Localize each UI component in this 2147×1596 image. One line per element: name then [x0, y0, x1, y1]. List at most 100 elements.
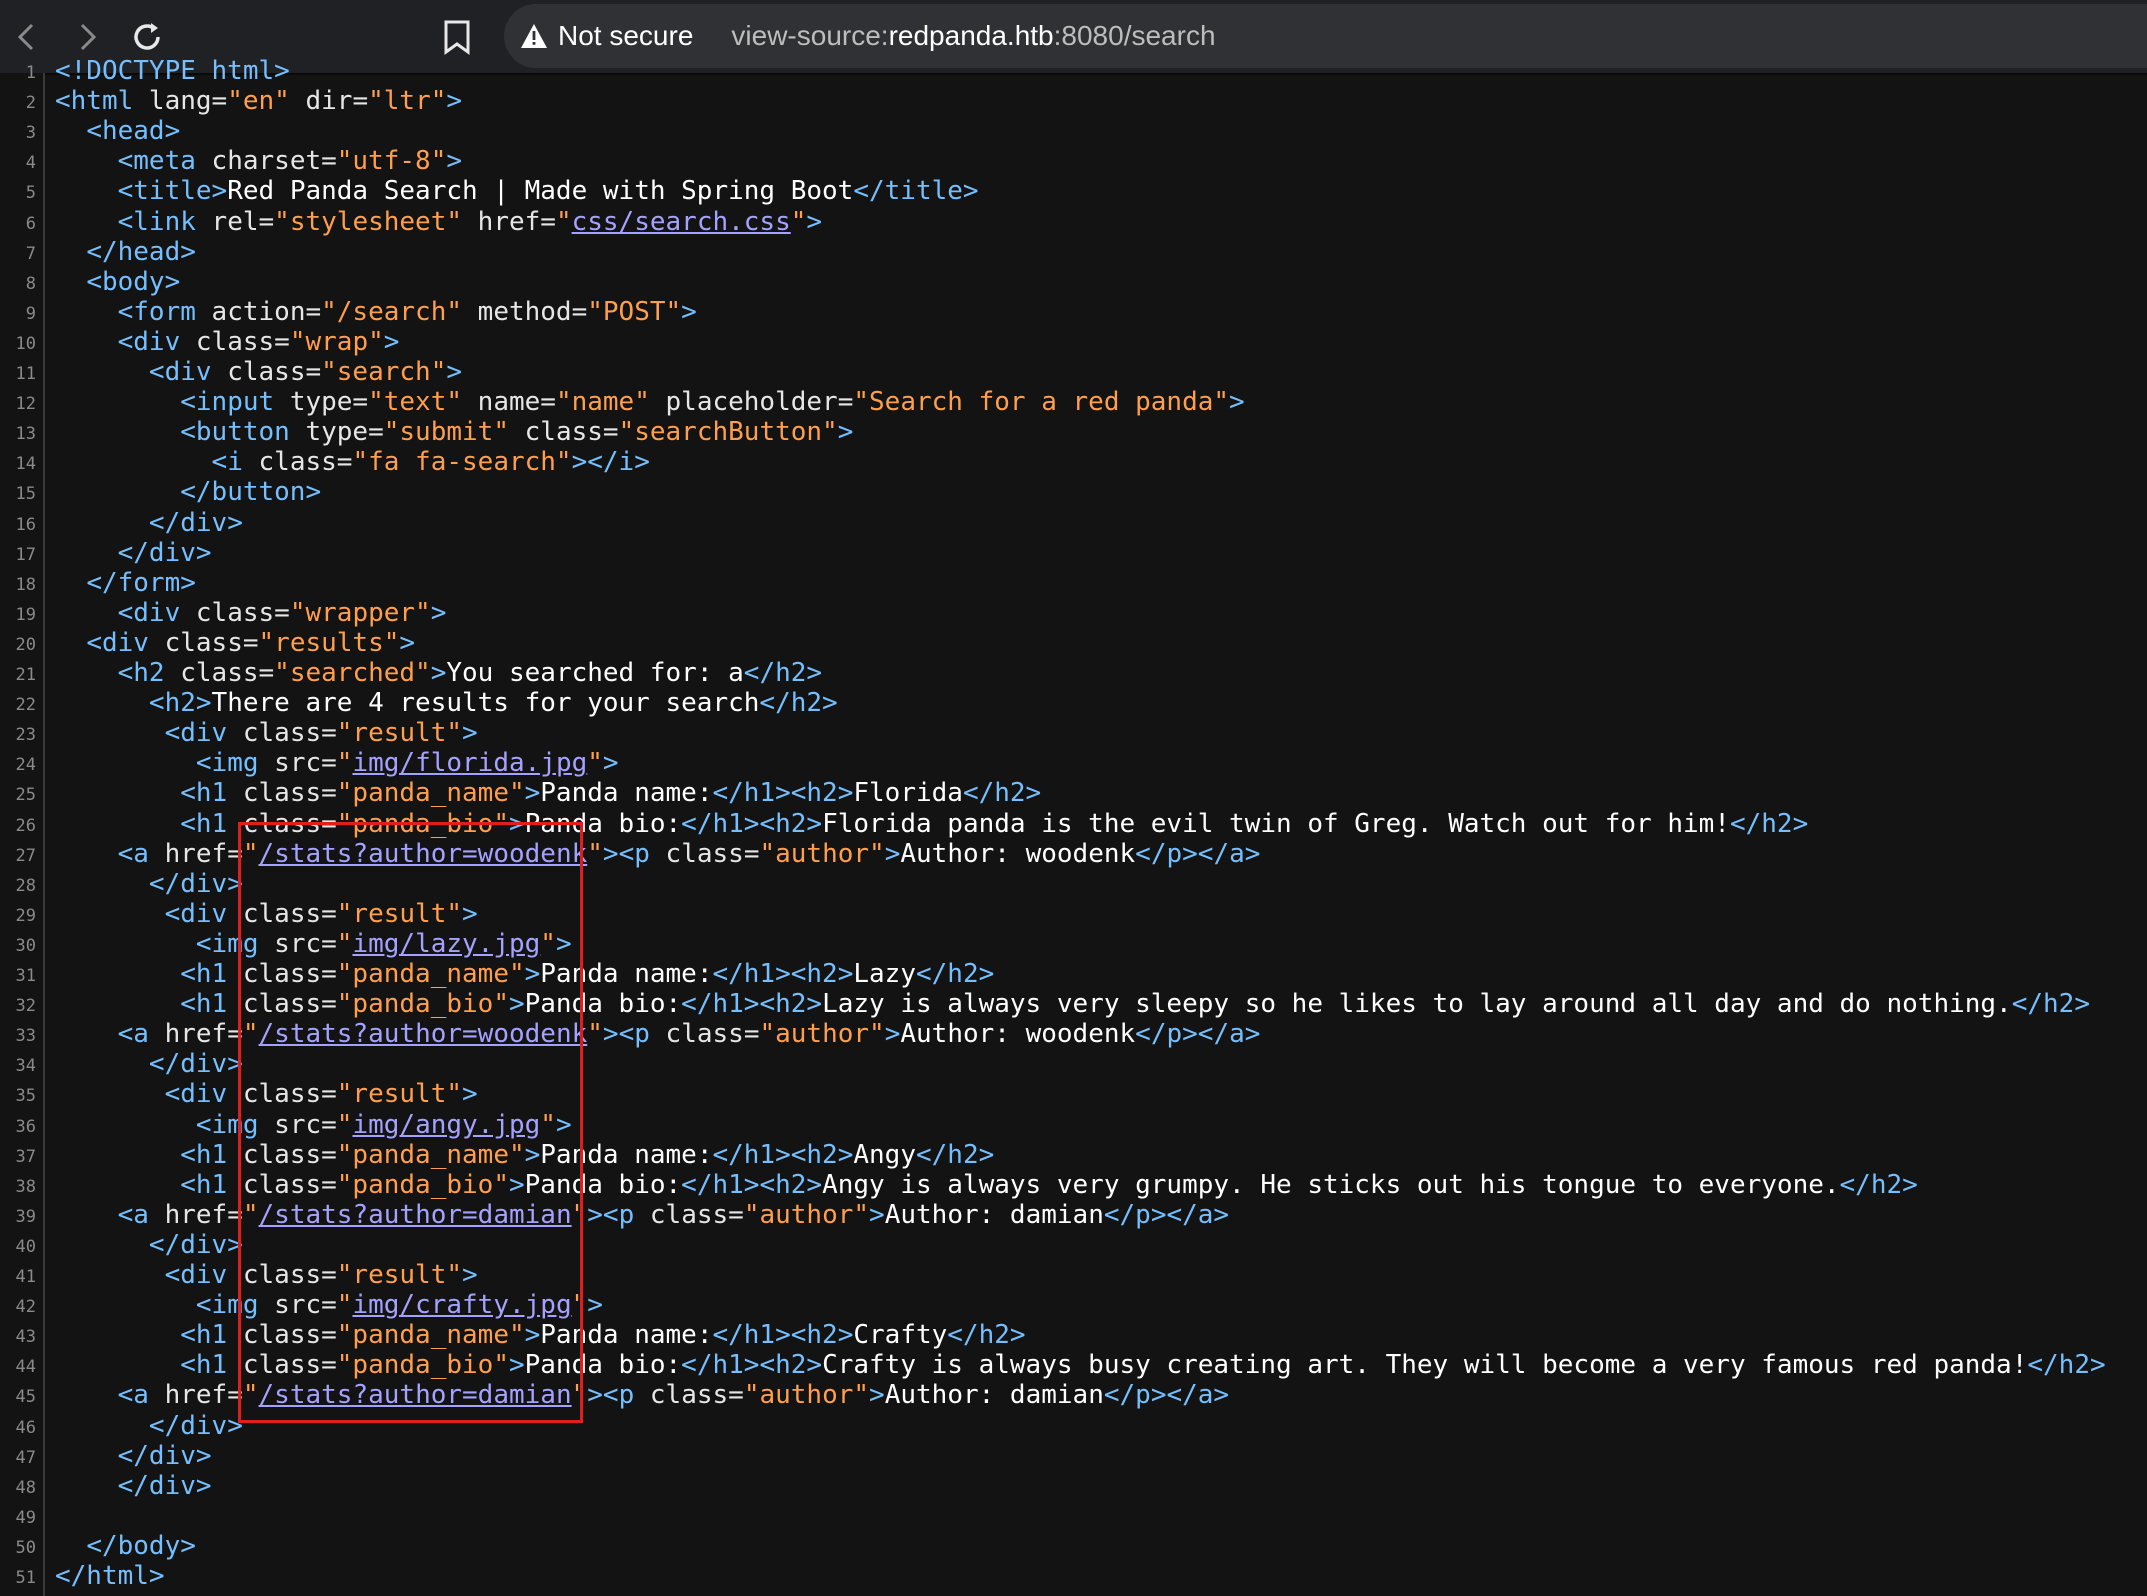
security-indicator[interactable]: Not secure: [520, 20, 693, 52]
tag-token: </h1><h2>: [681, 1350, 823, 1381]
line-number: 35: [15, 1086, 36, 1107]
source-code: </div>: [55, 538, 212, 568]
source-line: 13 <button type="submit" class="searchBu…: [0, 417, 2147, 447]
line-number: 1: [25, 63, 36, 83]
line-number: 46: [15, 1417, 36, 1438]
source-code: <h2>There are 4 results for your search<…: [55, 688, 838, 718]
tag-token: </form>: [86, 567, 196, 598]
attribute-token: src=: [274, 748, 337, 779]
tag-token: </p></a>: [1103, 1199, 1230, 1230]
source-code: <div class="wrapper">: [55, 597, 447, 628]
source-line: 6 <link rel="stylesheet" href="css/searc…: [0, 207, 2147, 237]
tag-token: </h2>: [947, 1320, 1026, 1351]
source-link[interactable]: img/florida.jpg: [352, 748, 587, 778]
source-link[interactable]: css/search.css: [572, 207, 791, 237]
source-line: 8 <body>: [0, 267, 2147, 297]
source-line: 11 <div class="search">: [0, 357, 2147, 387]
source-code: <div class="results">: [55, 628, 415, 658]
text-token: Florida panda is the evil twin of Greg. …: [822, 808, 1730, 839]
line-number: 6: [25, 213, 36, 234]
tag-token: <h1: [180, 989, 243, 1020]
attribute-token: href=: [164, 1380, 243, 1411]
source-code: <input type="text" name="name" placehold…: [55, 387, 1245, 418]
value-token: ": [587, 838, 603, 869]
source-line: 24 <img src="img/florida.jpg">: [0, 748, 2147, 778]
back-button[interactable]: [2, 12, 52, 62]
line-number: 8: [25, 273, 36, 294]
tag-token: </div>: [148, 1410, 243, 1441]
line-number: 5: [25, 183, 36, 204]
attribute-token: class=: [665, 1019, 760, 1050]
line-number: 13: [15, 424, 36, 445]
attribute-token: class=: [508, 417, 619, 448]
forward-button[interactable]: [62, 12, 112, 62]
tag-token: <div: [117, 597, 196, 628]
source-code: </div>: [55, 1471, 212, 1501]
tag-token: <h1: [180, 1350, 243, 1381]
tag-token: >: [446, 86, 463, 117]
attribute-token: type=: [289, 387, 369, 418]
line-number: 2: [25, 93, 36, 114]
source-code: <title>Red Panda Search | Made with Spri…: [55, 176, 979, 206]
line-number: 47: [15, 1447, 36, 1468]
tag-token: <h1: [180, 959, 243, 989]
tag-token: </p></a>: [1103, 1380, 1230, 1411]
line-number: 7: [25, 243, 36, 264]
line-number: 18: [15, 574, 36, 595]
value-token: "wrapper": [289, 597, 431, 628]
tag-token: >: [446, 146, 463, 177]
tag-token: <meta: [117, 146, 212, 177]
tag-token: <div: [86, 627, 165, 658]
value-token: "utf-8": [336, 146, 447, 177]
security-label: Not secure: [558, 20, 694, 51]
source-code: <!DOCTYPE html>: [55, 56, 290, 86]
tag-token: </h2>: [962, 778, 1042, 809]
line-number: 27: [15, 845, 36, 866]
tag-token: <form: [117, 296, 212, 327]
source-line: 2 <html lang="en" dir="ltr">: [0, 86, 2147, 116]
tag-token: </div>: [148, 1049, 243, 1080]
text-token: Author: woodenk: [900, 838, 1136, 869]
url-path: :8080/search: [1053, 20, 1216, 51]
reload-button[interactable]: [122, 12, 172, 62]
source-code: <i class="fa fa-search"></i>: [55, 447, 650, 477]
line-number: 44: [15, 1357, 36, 1378]
tag-token: </h1><h2>: [712, 959, 854, 989]
source-code: <div class="wrap">: [55, 327, 400, 357]
value-token: "submit": [383, 417, 509, 448]
line-number: 43: [15, 1327, 36, 1348]
tag-token: </p></a>: [1135, 1019, 1261, 1050]
tag-token: <!DOCTYPE html>: [55, 56, 290, 86]
url-scheme: view-source:: [731, 20, 889, 51]
tag-token: </h1><h2>: [712, 778, 854, 809]
tag-token: </h2>: [915, 959, 995, 989]
source-line: 1 <!DOCTYPE html>: [0, 56, 2147, 86]
line-number: 24: [15, 755, 36, 776]
tag-token: >: [430, 597, 447, 628]
tag-token: <h2>: [148, 688, 212, 719]
tag-token: <head>: [86, 116, 181, 147]
tag-token: <div: [164, 898, 243, 929]
tag-token: </h1><h2>: [681, 989, 823, 1020]
attribute-token: href=: [164, 1019, 243, 1050]
value-token: "searchButton": [618, 417, 838, 448]
bookmark-button[interactable]: [432, 12, 482, 62]
bookmark-icon: [444, 20, 470, 55]
tag-token: >: [869, 1380, 885, 1411]
source-code: </body>: [55, 1531, 196, 1561]
tag-token: >: [1229, 387, 1245, 418]
tag-token: <link: [117, 206, 212, 237]
value-token: "ltr": [368, 86, 447, 117]
url-text[interactable]: view-source:redpanda.htb:8080/search: [731, 20, 1215, 52]
